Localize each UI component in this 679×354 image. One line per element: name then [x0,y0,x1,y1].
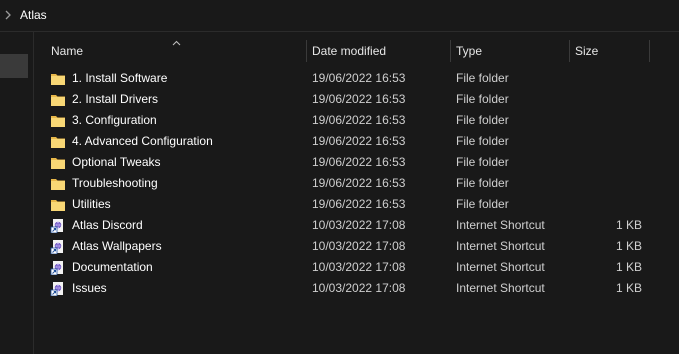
internet-shortcut-icon [50,239,66,255]
folder-icon [50,197,66,212]
item-type: File folder [456,134,509,148]
item-date: 19/06/2022 16:53 [312,71,406,85]
item-size [570,131,642,152]
list-item[interactable]: Troubleshooting 19/06/2022 16:53 File fold… [34,173,679,194]
internet-shortcut-icon [50,281,66,297]
list-item[interactable]: Utilities 19/06/2022 16:53 File folder [34,194,679,215]
item-type: File folder [456,176,509,190]
item-name: Atlas Discord [72,218,143,232]
item-date: 19/06/2022 16:53 [312,176,406,190]
breadcrumb-atlas[interactable]: Atlas [20,8,47,22]
address-bar[interactable]: Atlas [0,0,679,32]
item-name: Utilities [72,197,111,211]
item-name: 4. Advanced Configuration [72,134,213,148]
item-size [570,68,642,89]
folder-icon [50,113,66,128]
item-size [570,110,642,131]
item-size: 1 KB [615,281,642,295]
list-item[interactable]: Optional Tweaks 19/06/2022 16:53 File fold… [34,152,679,173]
item-size: 1 KB [615,239,642,253]
item-size [570,89,642,110]
item-date: 10/03/2022 17:08 [312,281,406,295]
item-name: 2. Install Drivers [72,92,159,106]
item-date: 19/06/2022 16:53 [312,155,406,169]
folder-icon [50,71,66,86]
item-type: File folder [456,71,509,85]
file-list: Name Date modified Type Size 1. Install … [34,32,679,354]
item-type: Internet Shortcut [456,239,545,253]
internet-shortcut-icon [50,260,66,276]
item-size [570,194,642,215]
item-type: Internet Shortcut [456,218,545,232]
item-name: 1. Install Software [72,71,168,85]
item-name: Troubleshooting [72,176,158,190]
column-header-name[interactable]: Name [46,40,307,62]
item-date: 19/06/2022 16:53 [312,134,406,148]
list-item[interactable]: Atlas Discord 10/03/2022 17:08 Internet Sh… [34,215,679,236]
item-date: 10/03/2022 17:08 [312,260,406,274]
item-size: 1 KB [615,218,642,232]
list-item[interactable]: 4. Advanced Configuration 19/06/2022 16:5… [34,131,679,152]
internet-shortcut-icon [50,218,66,234]
item-type: File folder [456,92,509,106]
list-item[interactable]: 1. Install Software 19/06/2022 16:53 File … [34,68,679,89]
list-item[interactable]: Issues 10/03/2022 17:08 Internet Shortcut 1… [34,278,679,299]
item-date: 19/06/2022 16:53 [312,92,406,106]
list-item[interactable]: Documentation 10/03/2022 17:08 Internet Sh… [34,257,679,278]
item-type: File folder [456,155,509,169]
list-item[interactable]: 3. Configuration 19/06/2022 16:53 File fol… [34,110,679,131]
item-size [570,152,642,173]
item-type: Internet Shortcut [456,260,545,274]
column-header-size[interactable]: Size [570,40,650,62]
item-name: Atlas Wallpapers [72,239,162,253]
item-date: 19/06/2022 16:53 [312,197,406,211]
chevron-right-icon[interactable] [3,9,13,21]
item-name: 3. Configuration [72,113,157,127]
item-size [570,173,642,194]
item-name: Optional Tweaks [72,155,161,169]
folder-icon [50,155,66,170]
folder-icon [50,176,66,191]
item-date: 10/03/2022 17:08 [312,218,406,232]
column-header-type[interactable]: Type [451,40,570,62]
item-type: File folder [456,113,509,127]
item-date: 19/06/2022 16:53 [312,113,406,127]
item-type: Internet Shortcut [456,281,545,295]
folder-icon [50,134,66,149]
item-date: 10/03/2022 17:08 [312,239,406,253]
folder-icon [50,92,66,107]
column-header-date-modified[interactable]: Date modified [307,40,451,62]
list-item[interactable]: 2. Install Drivers 19/06/2022 16:53 File f… [34,89,679,110]
list-item[interactable]: Atlas Wallpapers 10/03/2022 17:08 Internet… [34,236,679,257]
item-name: Issues [72,281,107,295]
column-header: Name Date modified Type Size [34,40,679,62]
item-size: 1 KB [615,260,642,274]
navigation-pane[interactable] [0,32,34,354]
nav-selected-item[interactable] [0,54,28,78]
item-type: File folder [456,197,509,211]
item-name: Documentation [72,260,153,274]
